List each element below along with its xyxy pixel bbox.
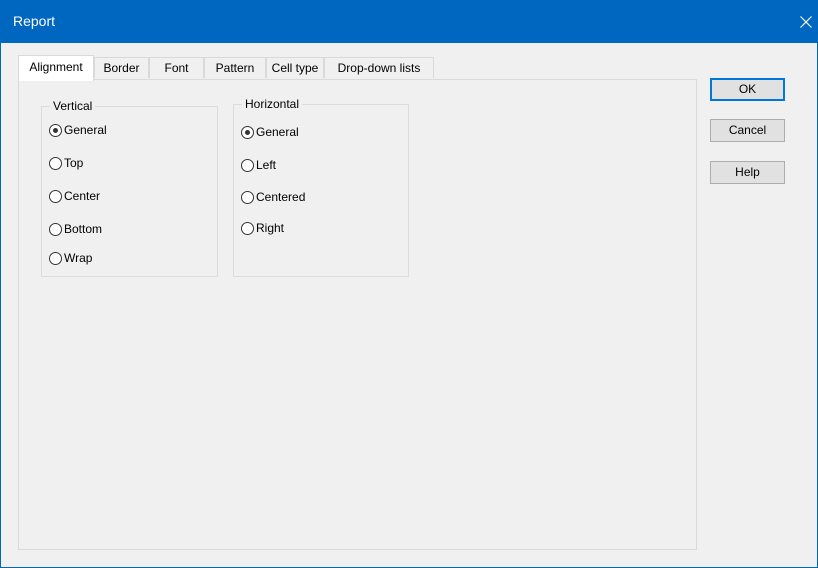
radio-label: Centered xyxy=(256,190,306,204)
window-title: Report xyxy=(13,13,56,29)
vertical-general-radio[interactable]: General xyxy=(49,121,107,139)
close-button[interactable] xyxy=(793,0,818,43)
radio-unchecked-icon xyxy=(241,221,254,235)
vertical-wrap-radio[interactable]: Wrap xyxy=(49,249,92,267)
horizontal-group-title: Horizontal xyxy=(242,96,303,112)
radio-unchecked-icon xyxy=(49,156,62,170)
horizontal-general-radio[interactable]: General xyxy=(241,123,299,141)
radio-label: Left xyxy=(256,158,277,172)
report-dialog: Report Alignment Border Font Pattern Cel… xyxy=(0,0,818,568)
tab-drop-down-lists[interactable]: Drop-down lists xyxy=(324,57,434,78)
radio-label: Center xyxy=(64,189,101,203)
ok-button[interactable]: OK xyxy=(710,78,785,101)
tab-cell-type[interactable]: Cell type xyxy=(266,57,324,78)
close-icon xyxy=(800,15,812,28)
radio-unchecked-icon xyxy=(241,190,254,204)
radio-label: Wrap xyxy=(64,251,93,265)
horizontal-right-radio[interactable]: Right xyxy=(241,219,284,237)
tab-pattern[interactable]: Pattern xyxy=(204,57,266,78)
horizontal-centered-radio[interactable]: Centered xyxy=(241,188,305,206)
help-button[interactable]: Help xyxy=(710,161,785,184)
radio-unchecked-icon xyxy=(49,222,62,236)
tab-alignment[interactable]: Alignment xyxy=(18,55,94,81)
vertical-center-radio[interactable]: Center xyxy=(49,187,100,205)
radio-label: Top xyxy=(64,156,84,170)
horizontal-group: Horizontal General Left Centered Right xyxy=(233,96,409,277)
cancel-button[interactable]: Cancel xyxy=(710,119,785,142)
radio-unchecked-icon xyxy=(241,158,254,172)
horizontal-left-radio[interactable]: Left xyxy=(241,156,276,174)
vertical-group-title: Vertical xyxy=(50,98,96,114)
title-bar: Report xyxy=(1,0,818,43)
radio-label: Bottom xyxy=(64,222,103,236)
tab-font[interactable]: Font xyxy=(149,57,204,78)
radio-checked-icon xyxy=(49,123,62,137)
radio-label: General xyxy=(64,123,107,137)
radio-checked-icon xyxy=(241,125,254,139)
radio-label: Right xyxy=(256,221,285,235)
vertical-bottom-radio[interactable]: Bottom xyxy=(49,220,102,238)
alignment-panel: Vertical General Top Center Bottom Wrap xyxy=(18,79,697,550)
tab-border[interactable]: Border xyxy=(94,57,149,78)
radio-label: General xyxy=(256,125,299,139)
vertical-top-radio[interactable]: Top xyxy=(49,154,83,172)
radio-unchecked-icon xyxy=(49,251,62,265)
radio-unchecked-icon xyxy=(49,189,62,203)
vertical-group: Vertical General Top Center Bottom Wrap xyxy=(41,98,218,277)
